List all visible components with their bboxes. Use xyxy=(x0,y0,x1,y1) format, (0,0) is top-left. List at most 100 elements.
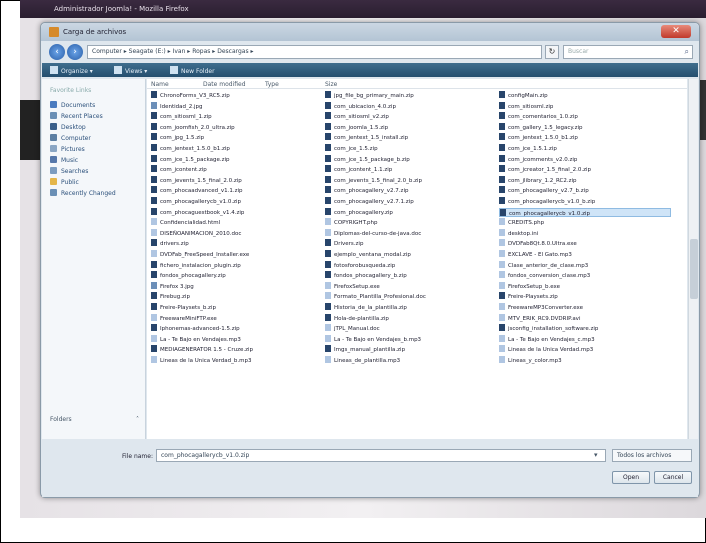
file-item[interactable]: com_gallery_1.5_legacy.zip xyxy=(499,122,671,132)
file-item[interactable]: ejemplo_ventana_modal.zip xyxy=(325,250,497,259)
file-item[interactable]: com_phocagallery_v2.7.zip xyxy=(325,186,497,195)
file-item[interactable]: FirefoxSetup_b.exe xyxy=(499,281,671,291)
file-item[interactable]: Lineas de la Unica Verdad_b.mp3 xyxy=(151,356,323,365)
file-item[interactable]: DISEÑOANIMACION_2010.doc xyxy=(151,228,323,238)
column-name[interactable]: Name xyxy=(151,81,169,88)
nav-item[interactable]: Public xyxy=(50,178,79,188)
file-type-select[interactable]: Todos los archivos xyxy=(612,449,692,462)
file-item[interactable]: CREDITS.php xyxy=(499,218,671,227)
nav-item[interactable]: Recent Places xyxy=(50,112,103,122)
file-item[interactable]: La - Te Bajo en Vendajes_b.mp3 xyxy=(325,334,497,344)
file-item[interactable]: Lineas_y_color.mp3 xyxy=(499,356,671,365)
file-item[interactable]: com_jevents_1.5_final_2.0.zip xyxy=(151,175,323,185)
file-item[interactable]: com_jcontent.zip xyxy=(151,165,323,174)
filename-input[interactable]: com_phocagallerycb_v1.0.zip xyxy=(156,449,606,462)
organize-menu[interactable]: Organize ▾ xyxy=(50,66,93,75)
file-item[interactable]: com_jcomments_v2.0.zip xyxy=(499,154,671,164)
dialog-titlebar[interactable]: Carga de archivos ✕ xyxy=(41,23,699,41)
file-item[interactable]: Imgs_manual_plantilla.zip xyxy=(325,345,497,354)
file-item[interactable]: com_phocagallery_v2.7.1.zip xyxy=(325,197,497,206)
file-item[interactable]: FirefoxSetup.exe xyxy=(325,281,497,291)
address-bar[interactable]: Computer ▸ Seagate (E:) ▸ Ivan ▸ Ropas ▸… xyxy=(87,45,542,59)
file-item[interactable]: drivers.zip xyxy=(151,239,323,248)
file-item[interactable]: Freire-Playsets_b.zip xyxy=(151,303,323,312)
nav-item[interactable]: Documents xyxy=(50,101,95,111)
folders-toggle[interactable]: Folders xyxy=(50,416,72,423)
file-item[interactable]: com_phocagallerycb_v1.0.zip xyxy=(499,207,671,217)
file-item[interactable]: com_jentext_1.5.0_b1.zip xyxy=(499,133,671,142)
column-type[interactable]: Type xyxy=(265,81,279,88)
file-item[interactable]: Iphonemas-advanced-1.5.zip xyxy=(151,324,323,333)
file-item[interactable]: Lineas de la Unica Verdad.mp3 xyxy=(499,345,671,354)
file-item[interactable]: com_sitiosml.zip xyxy=(499,101,671,111)
file-item[interactable]: com_phocaguestbook_v1.4.zip xyxy=(151,207,323,217)
new-folder-button[interactable]: New Folder xyxy=(170,66,215,75)
views-menu[interactable]: Views ▾ xyxy=(114,66,147,75)
file-item[interactable]: MEDIAGENERATOR 1.5 - Cruze.zip xyxy=(151,345,323,354)
file-item[interactable]: fotosforobusqueda.zip xyxy=(325,260,497,270)
file-item[interactable]: com_phocagallerycb_v1.0.zip xyxy=(151,197,323,206)
file-item[interactable]: Freire-Playsets.zip xyxy=(499,292,671,301)
file-item[interactable]: Drivers.zip xyxy=(325,239,497,248)
file-item[interactable]: ChronoForms_V3_RC5.zip xyxy=(151,91,323,100)
cancel-button[interactable]: Cancel xyxy=(654,471,692,484)
file-item[interactable]: com_sitiosml_v2.zip xyxy=(325,112,497,121)
file-item[interactable]: com_jcreator_1.5_final_2.0.zip xyxy=(499,165,671,174)
file-item[interactable]: com_jlibrary_1.2_RC2.zip xyxy=(499,175,671,185)
file-item[interactable]: com_jcontent_1.1.zip xyxy=(325,165,497,174)
column-date-modified[interactable]: Date modified xyxy=(203,81,246,88)
open-button[interactable]: Open xyxy=(612,471,650,484)
nav-item[interactable]: Pictures xyxy=(50,145,85,155)
file-item[interactable]: com_jevents_1.5_final_2.0_b.zip xyxy=(325,175,497,185)
file-item[interactable]: EXCLAVE - El Gato.mp3 xyxy=(499,250,671,259)
nav-item[interactable]: Computer xyxy=(50,134,91,144)
column-size[interactable]: Size xyxy=(325,81,337,88)
file-item[interactable]: Lineas_de_plantilla.mp3 xyxy=(325,356,497,365)
file-item[interactable]: com_jentext_1.5_install.zip xyxy=(325,133,497,142)
file-item[interactable]: MTV_ERIK_RC9.DVDRIP.avi xyxy=(499,313,671,323)
file-item[interactable]: desktop.ini xyxy=(499,228,671,238)
forward-button[interactable]: › xyxy=(67,44,83,60)
file-item[interactable]: fondos_phocagallery_b.zip xyxy=(325,271,497,280)
filename-dropdown-icon[interactable]: ▾ xyxy=(594,451,598,459)
file-item[interactable]: com_jentext_1.5.0_b1.zip xyxy=(151,144,323,153)
nav-item[interactable]: Music xyxy=(50,156,78,166)
file-item[interactable]: com_ubicacion_4.0.zip xyxy=(325,101,497,111)
file-item[interactable]: Hola-de-plantilla.zip xyxy=(325,313,497,323)
file-item[interactable]: com_jce_1.5_package_b.zip xyxy=(325,154,497,164)
file-item[interactable]: La - Te Bajo en Vendajes_c.mp3 xyxy=(499,334,671,344)
file-item[interactable]: jTPL_Manual.doc xyxy=(325,324,497,333)
file-item[interactable]: jsconfig_installation_software.zip xyxy=(499,324,671,333)
file-item[interactable]: jpg_file_bg_primary_main.zip xyxy=(325,91,497,100)
file-item[interactable]: com_sitiosml_1.zip xyxy=(151,112,323,121)
file-item[interactable]: DVDFab8Qt.8.0.Ultra.exe xyxy=(499,239,671,248)
file-item[interactable]: com_joomfish_2.0_ultra.zip xyxy=(151,122,323,132)
file-item[interactable]: com_jce_1.5_package.zip xyxy=(151,154,323,164)
file-item[interactable]: Historia_de_la_plantilla.zip xyxy=(325,303,497,312)
file-item[interactable]: com_joomla_1.5.zip xyxy=(325,122,497,132)
file-item[interactable]: com_phocagallery.zip xyxy=(325,207,497,217)
file-item[interactable]: fondos_conversion_clase.mp3 xyxy=(499,271,671,280)
file-item[interactable]: Diplomas-del-curso-de-java.doc xyxy=(325,228,497,238)
back-button[interactable]: ‹ xyxy=(49,44,65,60)
file-item[interactable]: fichero_instalacion_plugin.zip xyxy=(151,260,323,270)
file-item[interactable]: configMain.zip xyxy=(499,91,671,100)
file-item[interactable]: com_phocagallery_v2.7_b.zip xyxy=(499,186,671,195)
file-item[interactable]: com_phocaadvanced_v1.1.zip xyxy=(151,186,323,195)
file-item[interactable]: Confidencialidad.html xyxy=(151,218,323,227)
file-item[interactable]: com_jce_1.5.zip xyxy=(325,144,497,153)
file-item[interactable]: fondos_phocagallery.zip xyxy=(151,271,323,280)
vertical-scrollbar[interactable] xyxy=(688,79,698,439)
nav-item[interactable]: Desktop xyxy=(50,123,86,133)
file-item[interactable]: Identidad_2.jpg xyxy=(151,101,323,111)
file-item[interactable]: com_phocagallerycb_v1.0_b.zip xyxy=(499,197,671,206)
file-item[interactable]: Formato_Plantilla_Profesional.doc xyxy=(325,292,497,301)
chevron-up-icon[interactable]: ˄ xyxy=(136,416,139,423)
nav-item[interactable]: Recently Changed xyxy=(50,189,116,199)
file-item[interactable]: Firefox 3.jpg xyxy=(151,281,323,291)
file-item[interactable]: FreewareMiniFTP.exe xyxy=(151,313,323,323)
refresh-button[interactable]: ↻ xyxy=(545,45,559,59)
file-item[interactable]: com_jpg_1.5.zip xyxy=(151,133,323,142)
file-item[interactable]: Firebug.zip xyxy=(151,292,323,301)
file-item[interactable]: FreewareMP3Converter.exe xyxy=(499,303,671,312)
